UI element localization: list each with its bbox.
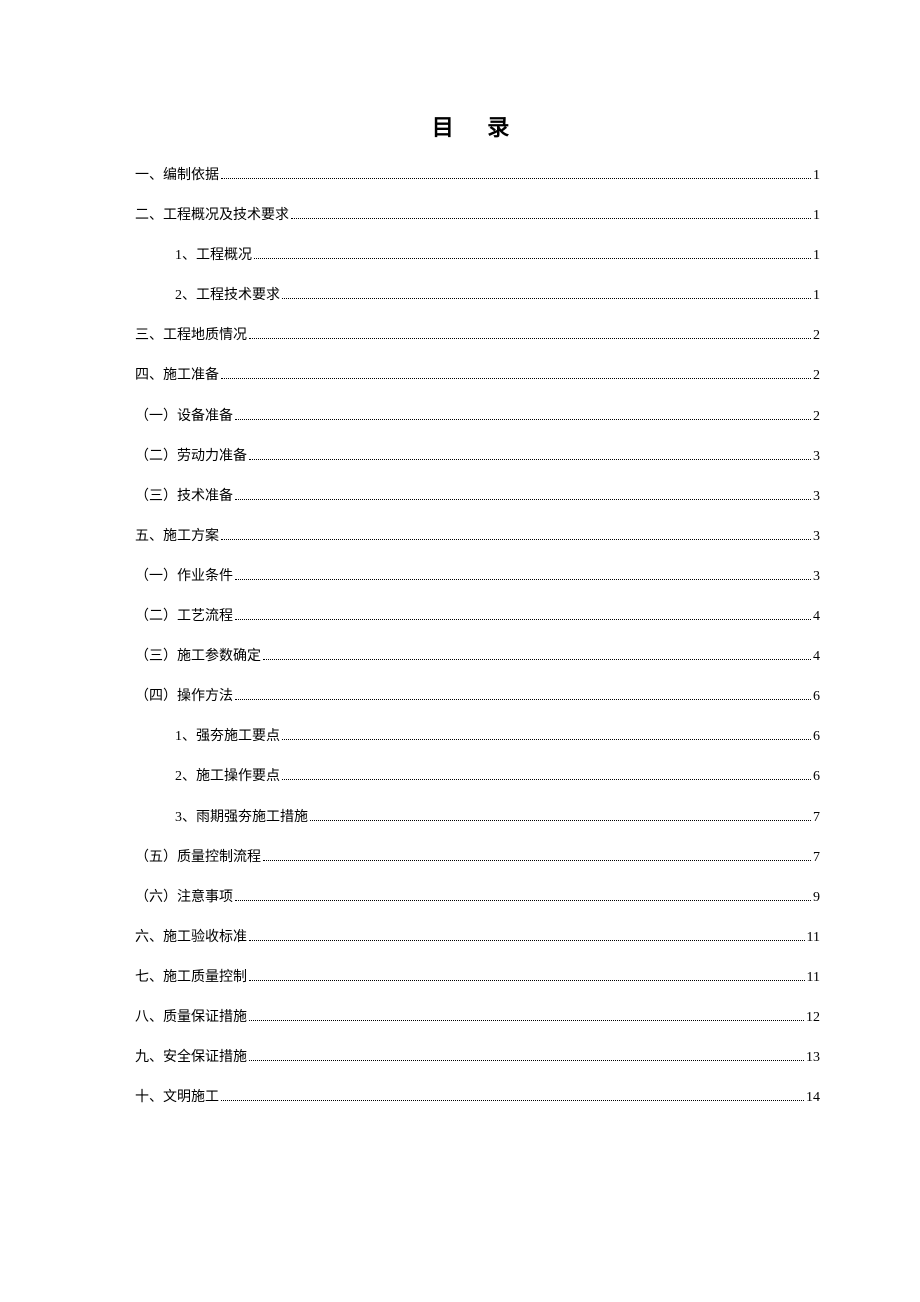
toc-entry-page: 1	[813, 166, 820, 186]
toc-entry-label: 九、安全保证措施	[135, 1048, 247, 1068]
toc-entry-label: （六）注意事项	[135, 888, 233, 908]
toc-dot-leader	[221, 539, 811, 540]
toc-dot-leader	[263, 860, 811, 861]
toc-entry-label: （三）施工参数确定	[135, 647, 261, 667]
toc-dot-leader	[254, 258, 811, 259]
toc-entry-page: 1	[813, 206, 820, 226]
toc-entry-label: 2、施工操作要点	[175, 767, 280, 787]
toc-entry-label: 二、工程概况及技术要求	[135, 206, 289, 226]
toc-entry-page: 11	[807, 928, 820, 948]
toc-entry-page: 4	[813, 607, 820, 627]
toc-dot-leader	[249, 338, 811, 339]
toc-entry-label: 四、施工准备	[135, 366, 219, 386]
toc-dot-leader	[291, 218, 811, 219]
toc-entry-page: 3	[813, 567, 820, 587]
toc-entry: 一、编制依据 1	[135, 166, 820, 186]
toc-entry: 十、文明施工 14	[135, 1088, 820, 1108]
document-page: 目 录 一、编制依据 1 二、工程概况及技术要求 1 1、工程概况 1 2、工程技术要求 1 三…	[0, 0, 920, 1108]
toc-entry-label: 八、质量保证措施	[135, 1008, 247, 1028]
toc-dot-leader	[221, 378, 811, 379]
toc-dot-leader	[282, 739, 811, 740]
toc-list: 一、编制依据 1 二、工程概况及技术要求 1 1、工程概况 1 2、工程技术要求 1 三、工程地…	[135, 166, 820, 1108]
toc-entry: 1、强夯施工要点 6	[135, 727, 820, 747]
toc-dot-leader	[282, 779, 811, 780]
toc-entry-page: 3	[813, 447, 820, 467]
toc-entry: 2、工程技术要求 1	[135, 286, 820, 306]
toc-entry-label: 1、工程概况	[175, 246, 252, 266]
toc-dot-leader	[235, 499, 811, 500]
toc-dot-leader	[249, 459, 811, 460]
toc-entry: 七、施工质量控制 11	[135, 968, 820, 988]
toc-entry-label: （二）劳动力准备	[135, 447, 247, 467]
toc-dot-leader	[310, 820, 811, 821]
toc-entry-page: 2	[813, 326, 820, 346]
toc-entry: 三、工程地质情况 2	[135, 326, 820, 346]
toc-dot-leader	[263, 659, 811, 660]
toc-entry-label: 五、施工方案	[135, 527, 219, 547]
toc-entry: 五、施工方案 3	[135, 527, 820, 547]
toc-dot-leader	[249, 980, 805, 981]
toc-dot-leader	[249, 1060, 804, 1061]
toc-entry-page: 9	[813, 888, 820, 908]
toc-entry-label: （四）操作方法	[135, 687, 233, 707]
toc-dot-leader	[235, 619, 811, 620]
toc-dot-leader	[249, 1020, 804, 1021]
toc-entry: 2、施工操作要点 6	[135, 767, 820, 787]
toc-entry-label: 三、工程地质情况	[135, 326, 247, 346]
toc-dot-leader	[235, 699, 811, 700]
toc-entry-page: 7	[813, 848, 820, 868]
toc-entry-label: 1、强夯施工要点	[175, 727, 280, 747]
toc-entry: （一）作业条件 3	[135, 567, 820, 587]
toc-entry: （一）设备准备 2	[135, 407, 820, 427]
toc-entry: （四）操作方法 6	[135, 687, 820, 707]
toc-entry: 八、质量保证措施 12	[135, 1008, 820, 1028]
toc-entry-label: （三）技术准备	[135, 487, 233, 507]
toc-entry-label: 一、编制依据	[135, 166, 219, 186]
toc-dot-leader	[235, 419, 811, 420]
toc-entry: （三）施工参数确定 4	[135, 647, 820, 667]
toc-dot-leader	[221, 178, 811, 179]
toc-entry-page: 2	[813, 366, 820, 386]
toc-entry-page: 12	[806, 1008, 820, 1028]
toc-dot-leader	[235, 579, 811, 580]
toc-entry-page: 1	[813, 246, 820, 266]
toc-entry: 九、安全保证措施 13	[135, 1048, 820, 1068]
toc-entry-label: 2、工程技术要求	[175, 286, 280, 306]
toc-entry-label: （五）质量控制流程	[135, 848, 261, 868]
toc-entry-page: 6	[813, 687, 820, 707]
toc-entry-page: 6	[813, 767, 820, 787]
toc-dot-leader	[235, 900, 811, 901]
toc-entry-label: 十、文明施工	[135, 1088, 219, 1108]
toc-entry-page: 3	[813, 487, 820, 507]
toc-entry-label: 六、施工验收标准	[135, 928, 247, 948]
toc-entry-page: 2	[813, 407, 820, 427]
toc-entry: （五）质量控制流程 7	[135, 848, 820, 868]
toc-entry-page: 4	[813, 647, 820, 667]
toc-dot-leader	[249, 940, 805, 941]
toc-dot-leader	[282, 298, 811, 299]
toc-dot-leader	[221, 1100, 804, 1101]
toc-entry: 六、施工验收标准 11	[135, 928, 820, 948]
toc-entry: 二、工程概况及技术要求 1	[135, 206, 820, 226]
toc-entry-label: （二）工艺流程	[135, 607, 233, 627]
toc-entry: 1、工程概况 1	[135, 246, 820, 266]
toc-entry-label: 七、施工质量控制	[135, 968, 247, 988]
toc-entry-page: 14	[806, 1088, 820, 1108]
toc-title: 目 录	[135, 110, 820, 142]
toc-entry-label: （一）作业条件	[135, 567, 233, 587]
toc-entry: （二）工艺流程 4	[135, 607, 820, 627]
toc-entry-page: 11	[807, 968, 820, 988]
toc-entry-page: 3	[813, 527, 820, 547]
toc-entry: （六）注意事项 9	[135, 888, 820, 908]
toc-entry: （三）技术准备 3	[135, 487, 820, 507]
toc-entry-label: 3、雨期强夯施工措施	[175, 808, 308, 828]
toc-entry-page: 1	[813, 286, 820, 306]
toc-entry-page: 7	[813, 808, 820, 828]
toc-entry: 四、施工准备 2	[135, 366, 820, 386]
toc-entry-page: 6	[813, 727, 820, 747]
toc-entry: （二）劳动力准备 3	[135, 447, 820, 467]
toc-entry: 3、雨期强夯施工措施 7	[135, 808, 820, 828]
toc-entry-page: 13	[806, 1048, 820, 1068]
toc-entry-label: （一）设备准备	[135, 407, 233, 427]
